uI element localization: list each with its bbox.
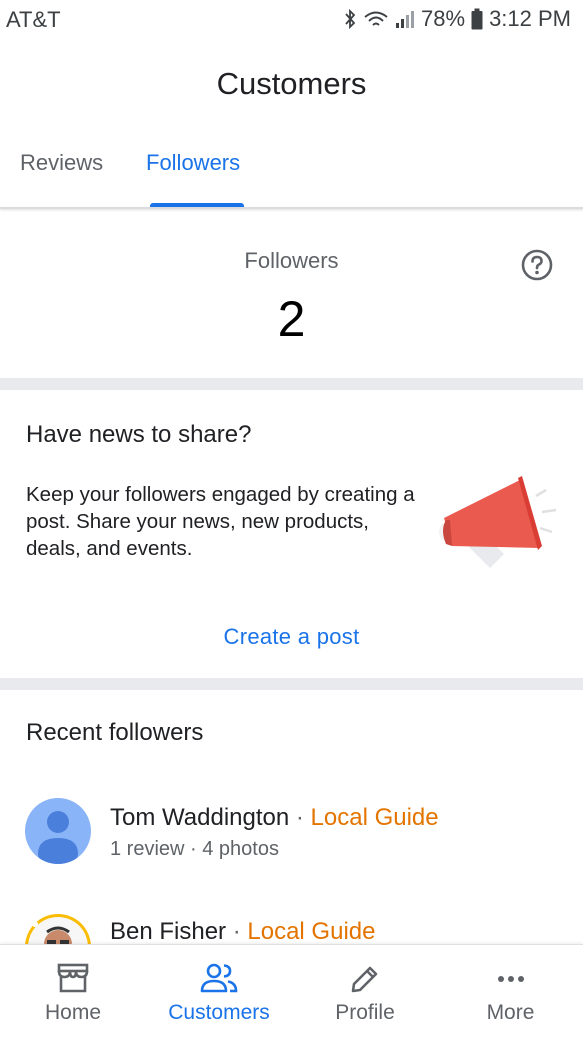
tab-followers[interactable]: Followers bbox=[146, 150, 240, 176]
bluetooth-icon bbox=[343, 8, 357, 30]
follower-meta: 1 review · 4 photos bbox=[110, 838, 279, 860]
page-title: Customers bbox=[216, 66, 367, 101]
followers-count: 2 bbox=[277, 291, 306, 347]
nav-more[interactable]: More bbox=[438, 945, 583, 1037]
create-post-button[interactable]: Create a post bbox=[0, 624, 583, 650]
avatar bbox=[25, 914, 91, 944]
follower-name: Ben Fisher bbox=[110, 918, 227, 944]
recent-followers-title: Recent followers bbox=[26, 719, 204, 746]
clock: 3:12 PM bbox=[489, 6, 571, 31]
battery-percent: 78% bbox=[421, 6, 466, 31]
follower-list-item[interactable]: Tom Waddington · Local Guide 1 review · … bbox=[0, 798, 583, 908]
status-bar: AT&T 78% 3:12 PM bbox=[0, 0, 583, 40]
tab-divider bbox=[0, 207, 583, 209]
bottom-navigation: Home Customers Profile More bbox=[0, 944, 583, 1037]
battery-icon bbox=[471, 8, 483, 30]
section-divider bbox=[0, 678, 583, 690]
follower-name-line: Ben Fisher · Local Guide bbox=[110, 918, 375, 944]
news-card-title: Have news to share? bbox=[26, 421, 252, 448]
nav-home[interactable]: Home bbox=[0, 945, 146, 1037]
section-divider bbox=[0, 378, 583, 390]
name-separator: · bbox=[289, 804, 311, 831]
carrier-name: AT&T bbox=[6, 7, 61, 32]
nav-more-label: More bbox=[486, 1001, 535, 1024]
name-separator: · bbox=[226, 918, 248, 944]
nav-home-label: Home bbox=[44, 1001, 102, 1024]
local-guide-badge: Local Guide bbox=[310, 804, 439, 831]
nav-profile[interactable]: Profile bbox=[292, 945, 438, 1037]
local-guide-badge: Local Guide bbox=[247, 918, 376, 944]
nav-profile-label: Profile bbox=[335, 1001, 395, 1024]
pencil-icon bbox=[351, 966, 378, 993]
avatar bbox=[25, 798, 91, 864]
nav-customers[interactable]: Customers bbox=[146, 945, 292, 1037]
followers-label: Followers bbox=[244, 248, 339, 273]
tab-reviews[interactable]: Reviews bbox=[20, 150, 103, 176]
news-card-body: Keep your followers engaged by creating … bbox=[26, 483, 415, 560]
more-horizontal-icon bbox=[497, 976, 524, 982]
nav-customers-label: Customers bbox=[168, 1001, 270, 1024]
tab-bar: Reviews Followers bbox=[0, 150, 583, 208]
signal-icon bbox=[395, 9, 415, 29]
follower-name-line: Tom Waddington · Local Guide bbox=[110, 804, 439, 832]
follower-name: Tom Waddington bbox=[110, 804, 290, 831]
people-icon bbox=[200, 963, 238, 993]
follower-list-item[interactable]: Ben Fisher · Local Guide bbox=[0, 914, 583, 944]
wifi-icon bbox=[363, 9, 389, 29]
storefront-icon bbox=[57, 963, 89, 993]
status-icons: 78% 3:12 PM bbox=[343, 6, 571, 32]
megaphone-icon bbox=[432, 470, 562, 580]
help-circle-icon[interactable] bbox=[521, 249, 553, 281]
